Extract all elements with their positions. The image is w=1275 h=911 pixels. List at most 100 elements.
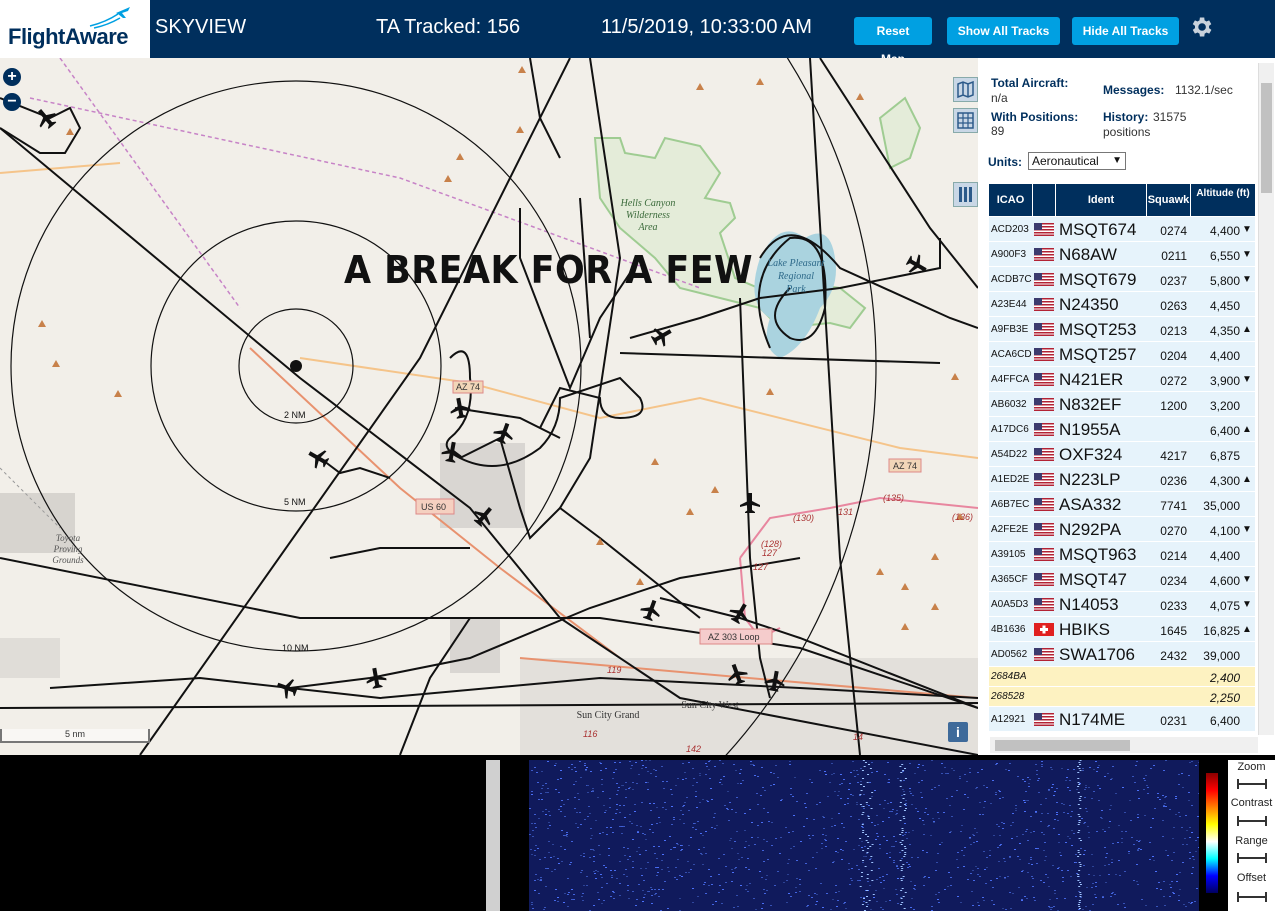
ident-cell: ASA332 [1059, 495, 1122, 514]
col-header-squawk[interactable]: Squawk [1147, 184, 1190, 216]
spectrum-area: Zoom Contrast Range Offset [0, 755, 1275, 911]
with-positions-label: With Positions: [991, 110, 1079, 124]
table-row[interactable]: 4B1636 HBIKS 1645 16,825 ▲ [989, 617, 1255, 642]
icao-cell: A6B7EC [991, 499, 1030, 510]
col-header-icao[interactable]: ICAO [989, 184, 1032, 216]
table-row[interactable]: A17DC6 N1955A 6,400 ▲ [989, 417, 1255, 442]
altitude-trend-icon: ▼ [1242, 574, 1252, 585]
us-flag-icon [1034, 248, 1054, 261]
altitude-trend-icon: ▼ [1242, 224, 1252, 235]
place-label: Sun City West [681, 700, 739, 711]
table-row[interactable]: A4FFCA N421ER 0272 3,900 ▼ [989, 367, 1255, 392]
panel-horizontal-scrollbar[interactable] [990, 737, 1258, 753]
table-row[interactable]: ACA6CD MSQT257 0204 4,400 [989, 342, 1255, 367]
waterfall-display [529, 760, 1199, 911]
scrollbar-thumb[interactable] [1261, 83, 1272, 193]
svg-text:US 60: US 60 [421, 502, 446, 512]
total-aircraft-value: n/a [991, 91, 1008, 105]
icao-cell: ACA6CD [991, 349, 1032, 360]
table-row[interactable]: 268528 2,250 [989, 687, 1255, 707]
scrollbar-thumb[interactable] [995, 740, 1130, 751]
us-flag-icon [1034, 423, 1054, 436]
col-header-ident[interactable]: Ident [1056, 184, 1146, 216]
icao-cell: ACDB7C [991, 274, 1032, 285]
units-select[interactable]: Aeronautical ▼ [1028, 152, 1126, 170]
range-label: 5 NM [284, 497, 306, 507]
col-header-altitude[interactable]: Altitude (ft) [1191, 184, 1255, 216]
table-row[interactable]: AD0562 SWA1706 2432 39,000 [989, 642, 1255, 667]
icao-cell: A23E44 [991, 299, 1027, 310]
reset-map-button[interactable]: Reset Map [854, 17, 932, 66]
table-row[interactable]: A365CF MSQT47 0234 4,600 ▼ [989, 567, 1255, 592]
table-row[interactable]: 2684BA 2,400 [989, 667, 1255, 687]
units-select-value: Aeronautical [1032, 154, 1099, 168]
flightaware-logo[interactable]: FlightAware [0, 0, 150, 58]
altitude-trend-icon: ▼ [1242, 374, 1252, 385]
info-button[interactable]: i [948, 722, 968, 742]
columns-toggle-button[interactable] [953, 182, 978, 207]
icao-cell: A900F3 [991, 249, 1027, 260]
table-row[interactable]: A23E44 N24350 0263 4,450 [989, 292, 1255, 317]
squawk-cell: 0274 [1160, 224, 1187, 238]
squawk-cell: 0263 [1160, 299, 1187, 313]
ident-cell: MSQT963 [1059, 545, 1137, 564]
altitude-cell: 3,200 [1209, 399, 1240, 413]
chevron-down-icon: ▼ [1112, 155, 1122, 166]
table-row[interactable]: A900F3 N68AW 0211 6,550 ▼ [989, 242, 1255, 267]
table-row[interactable]: A6B7EC ASA332 7741 35,000 [989, 492, 1255, 517]
ident-cell: MSQT674 [1059, 220, 1137, 239]
zoom-in-button[interactable]: + [3, 68, 21, 86]
icao-cell: 2684BA [991, 671, 1027, 682]
zoom-out-button[interactable]: − [3, 93, 21, 111]
hide-all-tracks-button[interactable]: Hide All Tracks [1072, 17, 1179, 45]
grid-toggle-button[interactable] [953, 108, 978, 133]
map-icon [957, 80, 974, 99]
table-row[interactable]: AB6032 N832EF 1200 3,200 [989, 392, 1255, 417]
icao-cell: A0A5D3 [991, 599, 1029, 610]
squawk-cell: 0214 [1160, 549, 1187, 563]
range-label: 2 NM [284, 410, 306, 420]
us-flag-icon [1034, 273, 1054, 286]
messages-value: 1132.1/sec [1175, 83, 1233, 97]
table-row[interactable]: A54D22 OXF324 4217 6,875 [989, 442, 1255, 467]
grid-icon [957, 112, 974, 129]
ident-cell: MSQT47 [1059, 570, 1128, 589]
table-row[interactable]: A0A5D3 N14053 0233 4,075 ▼ [989, 592, 1255, 617]
ident-cell: N832EF [1059, 395, 1122, 414]
zoom-slider[interactable] [1237, 779, 1267, 789]
altitude-cell: 39,000 [1203, 649, 1240, 663]
panel-vertical-scrollbar[interactable] [1258, 63, 1274, 735]
show-all-tracks-button[interactable]: Show All Tracks [947, 17, 1060, 45]
icao-cell: A12921 [991, 714, 1026, 725]
altitude-cell: 4,075 [1209, 599, 1240, 613]
table-row[interactable]: A39105 MSQT963 0214 4,400 [989, 542, 1255, 567]
table-row[interactable]: ACDB7C MSQT679 0237 5,800 ▼ [989, 267, 1255, 292]
altitude-trend-icon: ▼ [1242, 274, 1252, 285]
map-scale-bar: 5 nm [0, 729, 150, 743]
table-row[interactable]: A9FB3E MSQT253 0213 4,350 ▲ [989, 317, 1255, 342]
squawk-cell: 0272 [1160, 374, 1187, 388]
place-label: Proving [53, 544, 83, 554]
map-view[interactable]: 2 NM 5 NM 10 NM Hells Canyon Wilderness … [0, 58, 978, 755]
altitude-trend-icon: ▼ [1242, 599, 1252, 610]
ident-cell: MSQT257 [1059, 345, 1137, 364]
range-slider[interactable] [1237, 853, 1267, 863]
altitude-cell: 4,400 [1209, 224, 1240, 238]
table-row[interactable]: A12921 N174ME 0231 6,400 [989, 707, 1255, 732]
table-row[interactable]: ACD203 MSQT674 0274 4,400 ▼ [989, 217, 1255, 242]
table-row[interactable]: A1ED2E N223LP 0236 4,300 ▲ [989, 467, 1255, 492]
svg-text:119: 119 [607, 665, 621, 675]
gear-icon[interactable] [1188, 14, 1214, 40]
svg-text:131: 131 [838, 507, 853, 517]
table-row[interactable]: A2FE2E N292PA 0270 4,100 ▼ [989, 517, 1255, 542]
ident-cell: OXF324 [1059, 445, 1123, 464]
urban-area [0, 638, 60, 678]
col-header-flag[interactable] [1033, 184, 1055, 216]
panel-divider[interactable] [486, 760, 500, 911]
offset-slider[interactable] [1237, 892, 1267, 902]
place-label: Sun City Grand [577, 710, 640, 721]
altitude-cell: 16,825 [1203, 624, 1240, 638]
contrast-slider[interactable] [1237, 816, 1267, 826]
map-layer-button[interactable] [953, 77, 978, 102]
icao-cell: 4B1636 [991, 624, 1026, 635]
